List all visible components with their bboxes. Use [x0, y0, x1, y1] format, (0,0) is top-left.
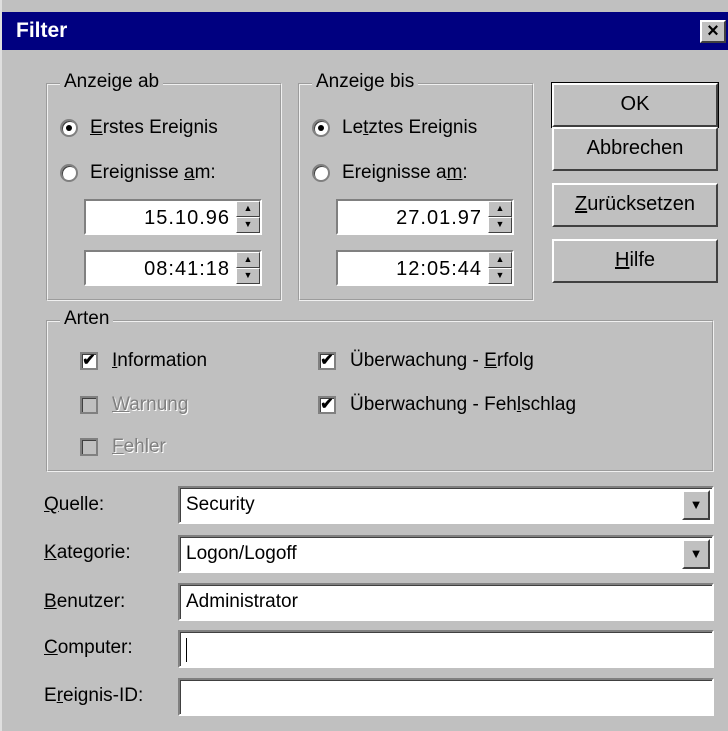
radio-first-event-indicator[interactable]: [60, 119, 78, 137]
text-caret: [186, 638, 187, 662]
anzeige-bis-group: Anzeige bis Letztes Ereignis Ereignisse …: [298, 71, 534, 301]
radio-events-on-start-label: Ereignisse am:: [90, 162, 216, 183]
start-time-spin-buttons: ▲ ▼: [236, 252, 260, 284]
end-time-spin-buttons: ▲ ▼: [488, 252, 512, 284]
start-date-spin-buttons: ▲ ▼: [236, 201, 260, 233]
check-warnung-label: Warnung: [112, 394, 189, 415]
check-audit-success[interactable]: ✔ Überwachung - Erfolg: [318, 350, 534, 372]
spin-down-icon[interactable]: ▼: [488, 217, 512, 233]
ok-button[interactable]: OK: [551, 82, 719, 128]
spin-up-icon[interactable]: ▲: [236, 201, 260, 217]
end-date-value: 27.01.97: [396, 207, 482, 229]
cancel-button[interactable]: Abbrechen: [552, 127, 718, 171]
radio-events-on-start[interactable]: Ereignisse am:: [60, 162, 216, 184]
spin-up-icon[interactable]: ▲: [488, 252, 512, 268]
spin-up-icon[interactable]: ▲: [488, 201, 512, 217]
anzeige-ab-label: Anzeige ab: [60, 71, 164, 93]
kategorie-label: Kategorie:: [44, 542, 131, 563]
end-date-spinner[interactable]: 27.01.97 ▲ ▼: [336, 199, 514, 235]
check-warnung-box: [80, 396, 98, 414]
kategorie-value: Logon/Logoff: [186, 543, 297, 564]
chevron-down-icon[interactable]: ▼: [682, 539, 710, 569]
check-information-label: Information: [112, 350, 208, 371]
end-date-spin-buttons: ▲ ▼: [488, 201, 512, 233]
radio-events-on-start-indicator[interactable]: [60, 164, 78, 182]
ereignis-id-input[interactable]: [178, 678, 714, 716]
start-date-value: 15.10.96: [144, 207, 230, 229]
computer-label: Computer:: [44, 637, 133, 658]
check-information[interactable]: ✔ Information: [80, 350, 207, 372]
computer-input[interactable]: [178, 630, 714, 668]
anzeige-bis-label: Anzeige bis: [312, 71, 419, 93]
radio-events-on-end-label: Ereignisse am:: [342, 162, 468, 183]
spin-down-icon[interactable]: ▼: [236, 217, 260, 233]
end-time-value: 12:05:44: [396, 258, 482, 280]
kategorie-dropdown[interactable]: Logon/Logoff ▼: [178, 535, 714, 573]
end-time-spinner[interactable]: 12:05:44 ▲ ▼: [336, 250, 514, 286]
filter-dialog: Filter × Anzeige ab Erstes Ereignis Erei…: [0, 0, 728, 731]
check-audit-success-box[interactable]: ✔: [318, 352, 336, 370]
check-fehler-box: [80, 438, 98, 456]
anzeige-ab-group: Anzeige ab Erstes Ereignis Ereignisse am…: [46, 71, 282, 301]
start-time-value: 08:41:18: [144, 258, 230, 280]
check-audit-failure[interactable]: ✔ Überwachung - Fehlschlag: [318, 394, 576, 416]
quelle-dropdown[interactable]: Security ▼: [178, 486, 714, 524]
help-button[interactable]: Hilfe: [552, 239, 718, 283]
radio-events-on-end-indicator[interactable]: [312, 164, 330, 182]
spin-down-icon[interactable]: ▼: [236, 268, 260, 284]
chevron-down-icon[interactable]: ▼: [682, 490, 710, 520]
arten-label: Arten: [60, 308, 114, 330]
radio-events-on-end[interactable]: Ereignisse am:: [312, 162, 468, 184]
check-audit-failure-label: Überwachung - Fehlschlag: [350, 394, 577, 415]
benutzer-input[interactable]: Administrator: [178, 583, 714, 621]
close-icon[interactable]: ×: [700, 20, 726, 43]
spin-up-icon[interactable]: ▲: [236, 252, 260, 268]
arten-group: Arten ✔ Information Warnung Fehler ✔ Übe…: [46, 308, 714, 472]
ereignis-id-label: Ereignis-ID:: [44, 685, 144, 706]
radio-last-event-label: Letztes Ereignis: [342, 117, 478, 138]
benutzer-label: Benutzer:: [44, 591, 126, 612]
title-bar[interactable]: Filter ×: [2, 12, 728, 50]
check-information-box[interactable]: ✔: [80, 352, 98, 370]
radio-last-event[interactable]: Letztes Ereignis: [312, 117, 477, 139]
dialog-title: Filter: [16, 19, 68, 42]
benutzer-value: Administrator: [186, 591, 298, 612]
check-audit-failure-box[interactable]: ✔: [318, 396, 336, 414]
spin-down-icon[interactable]: ▼: [488, 268, 512, 284]
check-fehler-label: Fehler: [112, 436, 166, 457]
quelle-value: Security: [186, 494, 255, 515]
radio-first-event-label: Erstes Ereignis: [90, 117, 218, 138]
radio-last-event-indicator[interactable]: [312, 119, 330, 137]
check-warnung: Warnung: [80, 394, 188, 416]
check-fehler: Fehler: [80, 436, 166, 458]
check-audit-success-label: Überwachung - Erfolg: [350, 350, 534, 371]
start-date-spinner[interactable]: 15.10.96 ▲ ▼: [84, 199, 262, 235]
radio-first-event[interactable]: Erstes Ereignis: [60, 117, 218, 139]
reset-button[interactable]: Zurücksetzen: [552, 183, 718, 227]
quelle-label: Quelle:: [44, 494, 105, 515]
start-time-spinner[interactable]: 08:41:18 ▲ ▼: [84, 250, 262, 286]
